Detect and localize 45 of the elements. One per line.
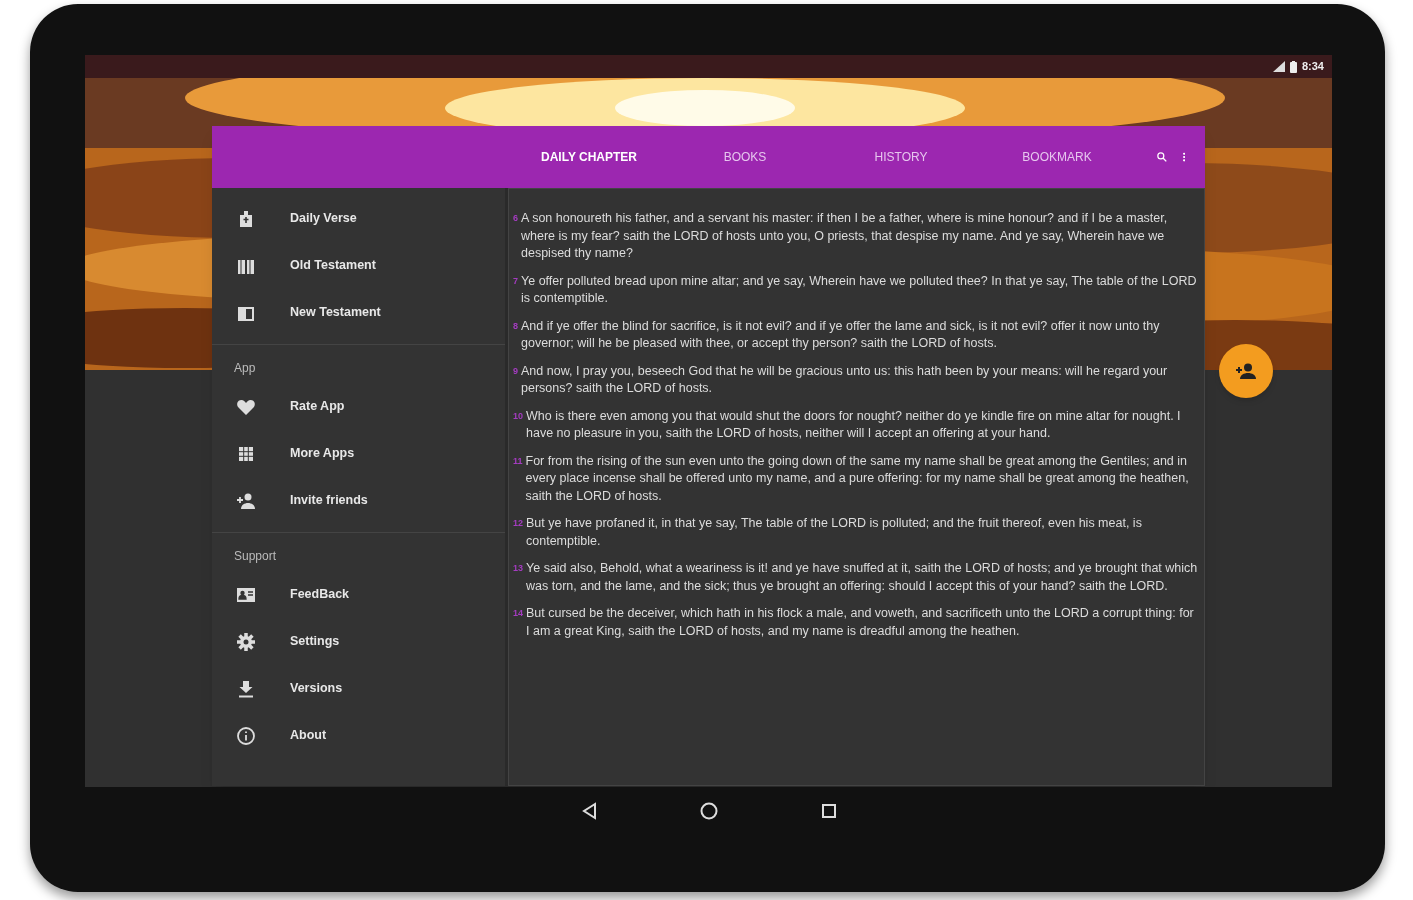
battery-icon <box>1289 60 1297 73</box>
verse-number: 8 <box>513 319 519 333</box>
drawer-item[interactable]: Rate App <box>212 383 505 430</box>
verse-number: 12 <box>513 517 524 530</box>
verse-text: Who is there even among you that would shut the doors for nought? neither do ye kindle fire on mine altar for nought. I have no pleasure in you, saith the LORD of hosts, neither will I accept an offering at your hand. <box>526 407 1182 442</box>
drawer-item[interactable]: FeedBack <box>212 571 505 618</box>
verse-text: And if ye offer the blind for sacrifice, is it not evil? and if ye offer the lame and sick, is it not evil? offer it now unto thy governor; will he be pleased with thee, or accept thy person? saith the LORD of hosts. <box>521 317 1161 352</box>
verse-number: 14 <box>513 607 524 620</box>
drawer-item[interactable]: More Apps <box>212 430 505 477</box>
verse-number: 13 <box>513 562 524 575</box>
recents-icon[interactable] <box>820 803 837 819</box>
verse-number: 10 <box>513 409 524 423</box>
tab[interactable]: BOOKMARK <box>979 137 1135 177</box>
drawer-item[interactable]: Settings <box>212 618 505 665</box>
drawer-item[interactable]: New Testament <box>212 289 505 336</box>
signal-icon <box>1272 61 1285 72</box>
verse-text: Ye said also, Behold, what a weariness is it! and ye have snuffed at it, saith the LORD of hosts; and ye brought that which was torn, and the lame, and the sick; thus ye brought an offering: should I accept this of your hand? saith the LORD. <box>526 560 1198 595</box>
section-header: Support <box>234 548 277 565</box>
drawer-item[interactable]: Versions <box>212 665 505 712</box>
verse-text: For from the rising of the sun even unto the going down of the same my name shall be great among the Gentiles; and in every place incense shall be offered unto my name, and a pure offering: for my name shall be great among the heathen, saith the LORD of hosts. <box>525 452 1190 505</box>
drawer-item[interactable]: Old Testament <box>212 242 505 289</box>
download-icon <box>236 678 256 699</box>
fab-button[interactable] <box>1219 344 1273 398</box>
drawer-item[interactable]: Daily Verse <box>212 195 505 242</box>
verse-text: Ye offer polluted bread upon mine altar; and ye say, Wherein have we polluted thee? In that ye say, The table of the LORD is contemptible. <box>521 272 1198 307</box>
tab[interactable]: BOOKS <box>667 137 823 177</box>
settings-icon <box>236 631 256 652</box>
drawer-item[interactable]: Invite friends <box>212 477 505 524</box>
back-icon[interactable] <box>580 802 597 820</box>
verse-text: And now, I pray you, beseech God that he will be gracious unto us: this hath been by your means: will he regard your persons? saith the LORD of hosts. <box>521 362 1169 397</box>
clock-time: 8:34 <box>1301 59 1324 75</box>
person-add-icon <box>1235 363 1257 379</box>
verse-number: 6 <box>513 212 519 225</box>
tab[interactable]: DAILY CHAPTER <box>511 137 667 177</box>
verse-text: But cursed be the deceiver, which hath in his flock a male, and voweth, and sacrificeth unto the LORD a corrupt thing: for I am a great King, saith the LORD of hosts, and my name is dreadful among the heathen. <box>526 605 1195 640</box>
verse-number: 7 <box>513 274 519 288</box>
verse-number: 11 <box>513 454 524 468</box>
verse-text: But ye have profaned it, in that ye say, The table of the LORD is polluted; and the fruit thereof, even his meat, is contemptible. <box>526 515 1143 550</box>
drawer-item[interactable]: About <box>212 712 505 759</box>
tab[interactable]: HISTORY <box>823 137 979 177</box>
section-header: App <box>234 360 256 377</box>
verse-number: 9 <box>513 364 519 378</box>
info-icon <box>236 725 256 746</box>
verse-text: A son honoureth his father, and a servant his master: if then I be a father, where is mine honour? and if I be a master, where is my fear? saith the LORD of hosts unto you, O priests, that despise my name. And ye say, Wherein have we despised thy name? <box>521 210 1169 262</box>
home-icon[interactable] <box>698 801 719 821</box>
